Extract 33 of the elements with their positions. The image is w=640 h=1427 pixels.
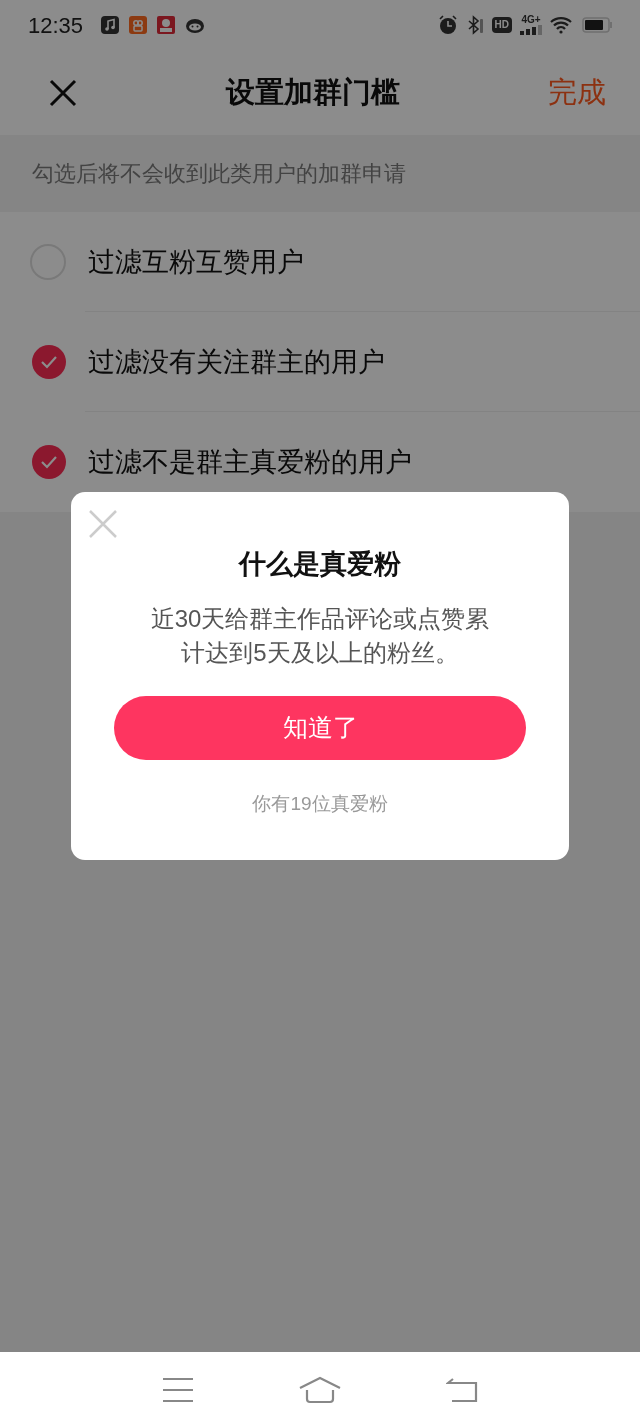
checkbox[interactable] — [32, 445, 66, 479]
cat-app-icon — [185, 16, 206, 34]
option-label: 过滤没有关注群主的用户 — [88, 345, 385, 379]
back-icon — [446, 1376, 478, 1403]
close-button[interactable] — [48, 77, 78, 108]
music-app-icon — [101, 16, 120, 34]
dialog-message: 近30天给群主作品评论或点赞累计达到5天及以上的粉丝。 — [149, 604, 491, 668]
video-app-icon — [129, 16, 148, 34]
dialog-title: 什么是真爱粉 — [239, 548, 401, 581]
option-row[interactable]: 过滤互粉互赞用户 — [0, 212, 640, 312]
shopping-app-icon — [157, 16, 176, 34]
got-it-button[interactable]: 知道了 — [114, 696, 526, 760]
close-icon — [88, 509, 118, 539]
check-icon — [40, 455, 58, 469]
network-type: 4G+ — [521, 15, 541, 25]
home-icon — [298, 1375, 342, 1404]
signal-icon — [520, 25, 542, 35]
option-label: 过滤不是群主真爱粉的用户 — [88, 445, 412, 479]
option-row[interactable]: 过滤没有关注群主的用户 — [0, 312, 640, 412]
alarm-icon — [437, 15, 458, 35]
status-time: 12:35 — [28, 11, 84, 40]
battery-icon — [582, 17, 612, 33]
close-icon — [49, 78, 77, 107]
option-row[interactable]: 过滤不是群主真爱粉的用户 — [0, 412, 640, 512]
fan-count-text: 你有19位真爱粉 — [252, 792, 388, 816]
option-label: 过滤互粉互赞用户 — [88, 245, 304, 279]
page-title: 设置加群门槛 — [224, 74, 401, 110]
menu-icon — [162, 1376, 194, 1403]
wifi-icon — [550, 16, 574, 34]
hint-text: 勾选后将不会收到此类用户的加群申请 — [32, 160, 406, 188]
hd-badge: HD — [491, 17, 512, 33]
checkbox[interactable] — [32, 345, 66, 379]
check-icon — [40, 355, 58, 369]
